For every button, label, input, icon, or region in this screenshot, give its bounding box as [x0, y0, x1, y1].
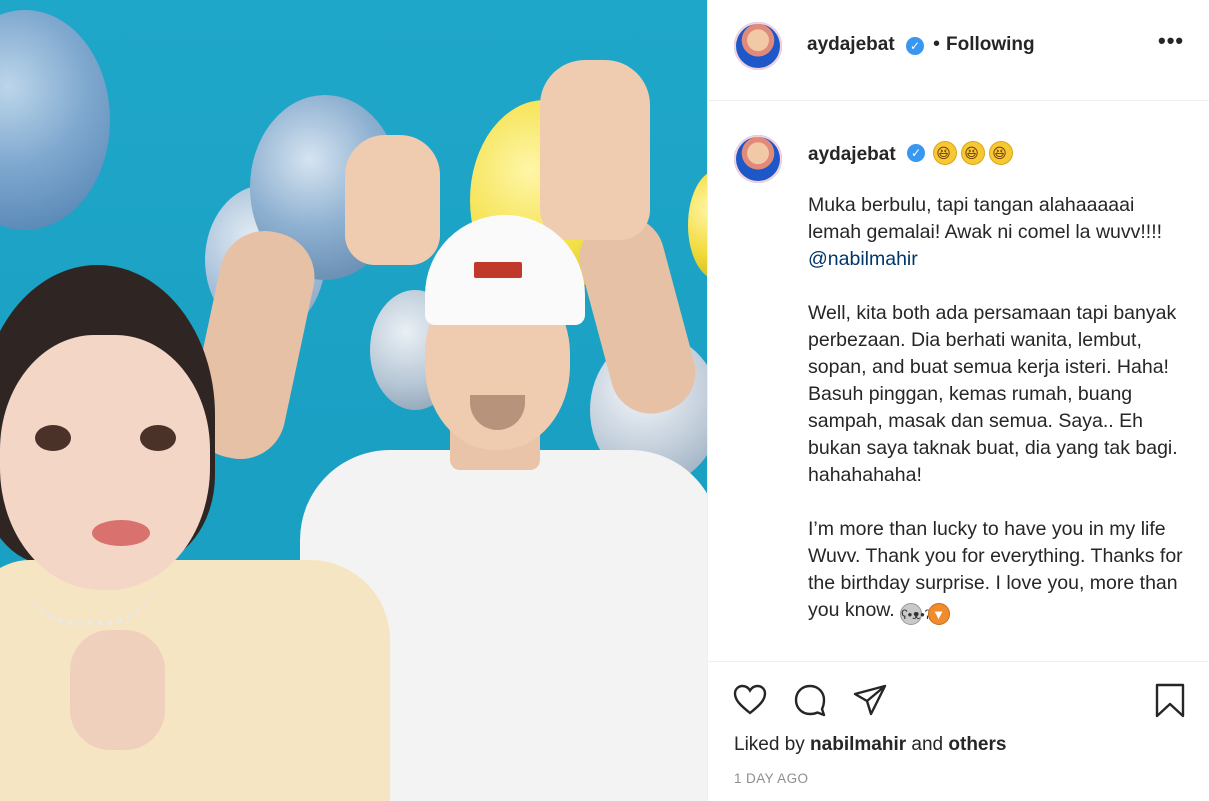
- person-hand: [345, 135, 440, 265]
- heart-icon[interactable]: [732, 682, 768, 718]
- caption-paragraph: Well, kita both ada persamaan tapi banya…: [808, 302, 1178, 486]
- liked-by-text: Liked by nabilmahir and others: [734, 734, 1006, 756]
- person-eye: [35, 425, 71, 451]
- caption-avatar[interactable]: [734, 135, 782, 183]
- post-timestamp[interactable]: 1 DAY AGO: [734, 771, 808, 786]
- laughing-emoji-icon: 😆: [989, 141, 1013, 165]
- liked-by-others-link[interactable]: others: [948, 734, 1006, 755]
- following-button[interactable]: Following: [946, 34, 1035, 56]
- balloon: [688, 170, 707, 280]
- post-sidebar: aydajebat ✓ • Following ••• aydajebat ✓ …: [707, 0, 1209, 801]
- koala-emoji-icon: ʕ•ᴥ•ʔ: [900, 603, 931, 625]
- person-hand: [70, 630, 165, 750]
- header-username[interactable]: aydajebat: [807, 34, 895, 56]
- person-hand: [540, 60, 650, 240]
- comment-icon[interactable]: [792, 682, 828, 718]
- fox-emoji-icon: ▼: [927, 603, 950, 625]
- person-lips: [92, 520, 150, 546]
- post-header: aydajebat ✓ • Following •••: [708, 0, 1209, 101]
- liked-by-and: and: [906, 734, 949, 755]
- caption-paragraph: Muka berbulu, tapi tangan alahaaaaai lem…: [808, 192, 1188, 273]
- caption-paragraph: I’m more than lucky to have you in my li…: [808, 516, 1188, 625]
- laughing-emoji-icon: 😆: [961, 141, 985, 165]
- mention-link[interactable]: @nabilmahir: [808, 248, 918, 270]
- caption-emojis: 😆 😆 😆: [933, 140, 1017, 165]
- caption-paragraph-text: Muka berbulu, tapi tangan alahaaaaai lem…: [808, 194, 1163, 243]
- caption-paragraph-text: I’m more than lucky to have you in my li…: [808, 518, 1183, 621]
- laughing-emoji-icon: 😆: [933, 141, 957, 165]
- post-image[interactable]: [0, 0, 707, 801]
- caption-area: aydajebat ✓ 😆 😆 😆 Muka berbulu, tapi tanga…: [708, 102, 1209, 660]
- cap-logo: [474, 262, 522, 278]
- person-eye: [140, 425, 176, 451]
- verified-badge-icon: ✓: [906, 37, 924, 55]
- liked-by-user-link[interactable]: nabilmahir: [810, 734, 906, 755]
- bookmark-icon[interactable]: [1152, 682, 1188, 718]
- separator-dot: •: [933, 33, 941, 55]
- share-icon[interactable]: [852, 682, 888, 718]
- liked-by-prefix: Liked by: [734, 734, 811, 755]
- verified-badge-icon: ✓: [907, 144, 925, 162]
- post-actions: Liked by nabilmahir and others 1 DAY AGO: [708, 661, 1209, 801]
- person-face: [0, 335, 210, 590]
- caption-text: Muka berbulu, tapi tangan alahaaaaai lem…: [808, 192, 1188, 652]
- caption-username[interactable]: aydajebat: [808, 144, 896, 166]
- more-options-icon[interactable]: •••: [1158, 28, 1184, 54]
- balloon: [0, 10, 110, 230]
- avatar[interactable]: [734, 22, 782, 70]
